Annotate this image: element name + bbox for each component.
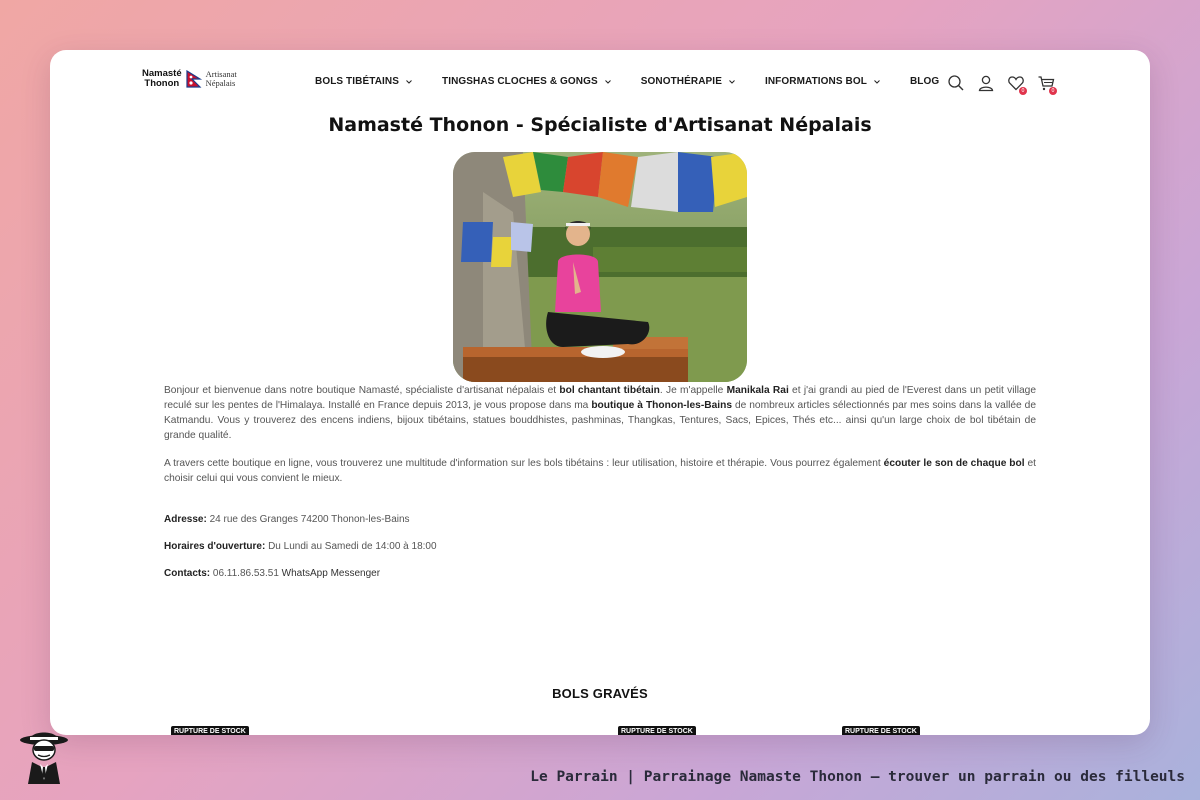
contacts-phone: 06.11.86.53.51 [210, 568, 282, 579]
site-logo[interactable]: Namasté Thonon Artisanat Népalais [142, 68, 242, 90]
hours-value: Du Lundi au Samedi de 14:00 à 18:00 [265, 541, 437, 552]
intro-paragraph-1: Bonjour et bienvenue dans notre boutique… [164, 383, 1036, 443]
stock-badge: RUPTURE DE STOCK [842, 726, 920, 735]
wishlist-icon[interactable]: 0 [1007, 74, 1027, 95]
hours-label: Horaires d'ouverture: [164, 541, 266, 552]
contacts-label: Contacts: [164, 568, 211, 579]
cart-icon[interactable]: 0 [1037, 74, 1057, 95]
stock-badge: RUPTURE DE STOCK [618, 726, 696, 735]
contacts-line: Contacts: 06.11.86.53.51 WhatsApp Messen… [164, 568, 380, 579]
site-header: Namasté Thonon Artisanat Népalais BOLS T… [50, 50, 1150, 116]
browser-card: Namasté Thonon Artisanat Népalais BOLS T… [50, 50, 1150, 735]
bold-ecouter-son: écouter le son de chaque bol [883, 458, 1025, 469]
chevron-down-icon [406, 79, 412, 84]
nav-blog[interactable]: BLOG [910, 76, 939, 87]
meditation-photo [453, 152, 747, 382]
nav-label: INFORMATIONS BOL [764, 76, 867, 87]
address-label: Adresse: [164, 514, 207, 525]
logo-line2: Thonon [144, 78, 180, 89]
bold-manikala-rai: Manikala Rai [726, 385, 789, 396]
address-value: 24 rue des Granges 74200 Thonon-les-Bain… [206, 514, 410, 525]
nav-label: TINGSHAS CLOCHES & GONGS [442, 76, 598, 87]
account-icon[interactable] [977, 74, 995, 92]
nav-label: BOLS TIBÉTAINS [315, 76, 399, 87]
hours-line: Horaires d'ouverture: Du Lundi au Samedi… [164, 541, 437, 552]
stock-badge: RUPTURE DE STOCK [171, 726, 249, 735]
cart-count-badge: 0 [1049, 87, 1057, 95]
nav-label: BLOG [909, 76, 940, 87]
godfather-mascot-icon [20, 732, 68, 784]
page-title: Namasté Thonon - Spécialiste d'Artisanat… [328, 114, 872, 136]
whatsapp-link[interactable]: WhatsApp Messenger [282, 568, 380, 579]
intro-text: Bonjour et bienvenue dans notre boutique… [164, 383, 1036, 499]
nav-informations-bol[interactable]: INFORMATIONS BOL [765, 76, 881, 87]
page-caption: Le Parrain | Parrainage Namaste Thonon —… [530, 769, 1185, 785]
hero-image [453, 152, 747, 382]
chevron-down-icon [874, 79, 880, 84]
nav-label: SONOTHÉRAPIE [640, 76, 722, 87]
search-icon[interactable] [947, 74, 965, 92]
nav-bols-tibetains[interactable]: BOLS TIBÉTAINS [315, 76, 413, 87]
bold-boutique-thonon: boutique à Thonon-les-Bains [591, 400, 732, 411]
chevron-down-icon [604, 79, 611, 84]
bold-bol-chantant: bol chantant tibétain [559, 385, 660, 396]
main-nav: BOLS TIBÉTAINS TINGSHAS CLOCHES & GONGS … [315, 76, 968, 87]
nav-tingshas[interactable]: TINGSHAS CLOCHES & GONGS [442, 76, 612, 87]
nepal-flag-icon [186, 70, 202, 88]
logo-sub2: Népalais [205, 78, 236, 88]
wishlist-count-badge: 0 [1019, 87, 1027, 95]
logo-wordmark: Namasté Thonon [142, 69, 182, 89]
chevron-down-icon [729, 79, 735, 84]
nav-sonotherapie[interactable]: SONOTHÉRAPIE [641, 76, 736, 87]
text-span: A travers cette boutique en ligne, vous … [164, 458, 884, 469]
address-line: Adresse: 24 rue des Granges 74200 Thonon… [164, 514, 410, 525]
header-icons: 0 0 [947, 74, 1057, 95]
text-span: . Je m'appelle [659, 385, 727, 396]
logo-tagline: Artisanat Népalais [206, 70, 237, 88]
text-span: Bonjour et bienvenue dans notre boutique… [164, 385, 560, 396]
intro-paragraph-2: A travers cette boutique en ligne, vous … [164, 456, 1036, 486]
section-title-bols-graves: BOLS GRAVÉS [552, 686, 648, 701]
